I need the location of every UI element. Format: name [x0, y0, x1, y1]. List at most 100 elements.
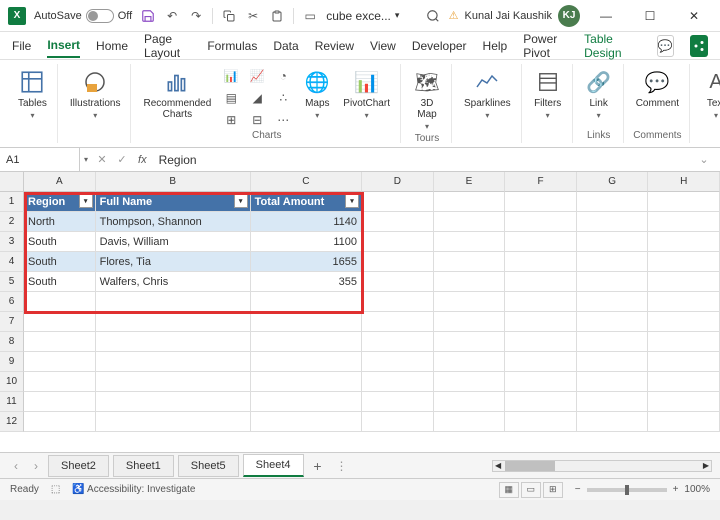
sheet-menu-icon[interactable]: ⋮ [332, 459, 352, 473]
cell[interactable] [362, 332, 434, 352]
undo-icon[interactable]: ↶ [164, 8, 180, 24]
cell[interactable] [577, 232, 649, 252]
maximize-button[interactable]: ☐ [632, 2, 668, 30]
col-header[interactable]: A [24, 172, 96, 192]
cell[interactable] [251, 372, 362, 392]
combo-chart-icon[interactable]: ⊞ [219, 110, 243, 130]
add-sheet-button[interactable]: + [308, 458, 328, 474]
tab-page-layout[interactable]: Page Layout [144, 28, 191, 64]
enter-formula-icon[interactable]: ✓ [112, 153, 132, 166]
cell[interactable] [24, 312, 96, 332]
cell[interactable] [251, 312, 362, 332]
save-icon[interactable] [140, 8, 156, 24]
cell[interactable] [251, 412, 362, 432]
cell[interactable] [648, 212, 720, 232]
cell[interactable] [505, 292, 577, 312]
filter-dropdown-icon[interactable]: ▾ [345, 194, 359, 208]
share-button[interactable] [690, 35, 708, 57]
spreadsheet-grid[interactable]: 1 2 3 4 5 6 7 8 9 10 11 12 A B C D E F G… [0, 172, 720, 452]
cell[interactable] [648, 412, 720, 432]
row-header[interactable]: 4 [0, 252, 24, 272]
normal-view-button[interactable]: ▦ [499, 482, 519, 498]
cell[interactable] [648, 332, 720, 352]
cell[interactable] [505, 352, 577, 372]
name-box[interactable]: A1 [0, 148, 80, 171]
cell[interactable] [505, 372, 577, 392]
cell[interactable] [251, 352, 362, 372]
cell[interactable] [24, 392, 96, 412]
row-header[interactable]: 8 [0, 332, 24, 352]
macro-record-icon[interactable]: ⬚ [51, 484, 60, 495]
col-header[interactable]: F [505, 172, 577, 192]
cell[interactable] [434, 252, 506, 272]
cell[interactable] [505, 392, 577, 412]
cell[interactable]: North [24, 212, 96, 232]
cell[interactable] [648, 272, 720, 292]
cell[interactable] [251, 392, 362, 412]
select-all-corner[interactable] [0, 172, 24, 192]
cell[interactable]: South [24, 252, 96, 272]
zoom-in-icon[interactable]: + [673, 484, 679, 495]
cell[interactable] [251, 292, 362, 312]
copy-icon[interactable] [221, 8, 237, 24]
cell[interactable] [96, 312, 251, 332]
sheet-nav-next-icon[interactable]: › [28, 459, 44, 473]
tab-view[interactable]: View [370, 35, 396, 57]
cell[interactable] [362, 392, 434, 412]
cell[interactable] [434, 312, 506, 332]
cell[interactable] [648, 292, 720, 312]
row-header[interactable]: 9 [0, 352, 24, 372]
cell[interactable] [577, 252, 649, 272]
horizontal-scrollbar[interactable]: ◀▶ [492, 460, 712, 472]
more-charts-icon[interactable]: ⋯ [271, 110, 295, 130]
zoom-slider[interactable] [587, 488, 667, 492]
scrollbar-thumb[interactable] [505, 461, 555, 471]
pie-chart-icon[interactable]: ◔ [271, 66, 295, 86]
cell[interactable] [24, 352, 96, 372]
autosave-toggle[interactable]: AutoSave Off [34, 9, 132, 23]
zoom-out-icon[interactable]: − [575, 484, 581, 495]
scatter-chart-icon[interactable]: ∴ [271, 88, 295, 108]
cell[interactable] [96, 292, 251, 312]
maps-button[interactable]: 🌐 Maps ▾ [299, 66, 335, 122]
cell[interactable] [577, 352, 649, 372]
cut-icon[interactable]: ✂ [245, 8, 261, 24]
tab-home[interactable]: Home [96, 35, 128, 57]
cell[interactable] [434, 332, 506, 352]
table-header-cell[interactable]: Region▾ [24, 192, 96, 212]
cell[interactable] [505, 212, 577, 232]
cell[interactable] [505, 252, 577, 272]
cell[interactable] [96, 412, 251, 432]
row-header[interactable]: 10 [0, 372, 24, 392]
stock-chart-icon[interactable]: ⊟ [245, 110, 269, 130]
cell[interactable] [648, 252, 720, 272]
cell[interactable] [505, 272, 577, 292]
row-header[interactable]: 7 [0, 312, 24, 332]
tab-data[interactable]: Data [273, 35, 298, 57]
cell[interactable] [577, 312, 649, 332]
tab-power-pivot[interactable]: Power Pivot [523, 28, 568, 64]
cell[interactable] [96, 332, 251, 352]
illustrations-button[interactable]: Illustrations ▾ [66, 66, 125, 122]
cell[interactable] [505, 312, 577, 332]
page-break-view-button[interactable]: ⊞ [543, 482, 563, 498]
cell[interactable]: South [24, 232, 96, 252]
tab-insert[interactable]: Insert [47, 34, 80, 58]
expand-formula-icon[interactable]: ⌄ [694, 153, 714, 166]
paste-icon[interactable] [269, 8, 285, 24]
cell[interactable] [24, 372, 96, 392]
filter-dropdown-icon[interactable]: ▾ [234, 194, 248, 208]
cell[interactable] [96, 392, 251, 412]
cell[interactable] [362, 252, 434, 272]
comment-button[interactable]: 💬 Comment [632, 66, 683, 111]
row-header[interactable]: 6 [0, 292, 24, 312]
cell[interactable] [24, 292, 96, 312]
cell[interactable] [434, 272, 506, 292]
cell[interactable]: Walfers, Chris [96, 272, 251, 292]
filename[interactable]: cube exce... ▾ [326, 9, 399, 23]
cell[interactable] [434, 392, 506, 412]
row-header[interactable]: 3 [0, 232, 24, 252]
area-chart-icon[interactable]: ◢ [245, 88, 269, 108]
cell[interactable] [577, 412, 649, 432]
cell[interactable] [505, 332, 577, 352]
